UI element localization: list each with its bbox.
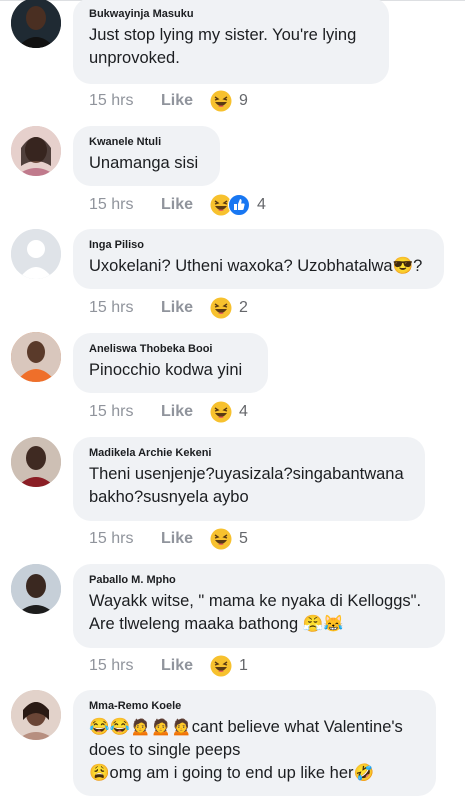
avatar[interactable] [11,0,61,48]
like-button[interactable]: Like [161,530,211,548]
reaction-count: 9 [239,92,248,109]
avatar[interactable] [11,437,61,487]
reaction-count: 5 [239,530,248,547]
reaction-summary[interactable]: 5 [210,528,248,550]
commenter-name[interactable]: Mma-Remo Koele [89,699,420,713]
comment-time[interactable]: 15 hrs [89,530,161,548]
profile-photo-icon [11,437,61,487]
comment-line: unprovoked. [89,49,180,67]
comment-line: Uxokelani? Utheni waxoka? Uzobhatalwa😎? [89,257,423,275]
comment-meta: 15 hrs Like 4 [89,193,266,217]
reaction-summary[interactable]: 1 [210,655,248,677]
comment-line: 😂😂🙍🙍🙍cant believe what Valentine's [89,718,403,736]
commenter-name[interactable]: Inga Piliso [89,238,428,252]
comment-line: does to single peeps [89,741,241,759]
comment-time[interactable]: 15 hrs [89,657,161,675]
profile-photo-icon [11,126,61,176]
haha-reaction-icon [210,297,232,319]
reaction-summary[interactable]: 4 [210,401,248,423]
reaction-summary[interactable]: 2 [210,297,248,319]
like-button[interactable]: Like [161,196,211,214]
comment-meta: 15 hrs Like 4 [89,400,248,424]
comment-bubble: Paballo M. Mpho Wayakk witse, " mama ke … [73,564,445,648]
avatar[interactable] [11,332,61,382]
reaction-count: 4 [257,196,266,213]
comment-line: bakho?susnyela aybo [89,488,249,506]
profile-photo-icon [11,0,61,48]
comment-line: 😩omg am i going to end up like her🤣 [89,764,375,782]
like-button[interactable]: Like [161,403,211,421]
commenter-name[interactable]: Bukwayinja Masuku [89,7,373,21]
comment-line: Just stop lying my sister. You're lying [89,26,357,44]
like-reaction-icon [228,194,250,216]
comment-meta: 15 hrs Like 1 [89,654,248,678]
comment-line: Unamanga sisi [89,154,199,172]
comment-meta: 15 hrs Like 5 [89,527,248,551]
reaction-count: 1 [239,657,248,674]
comment-line: Theni usenjenje?uyasizala?singabantwana [89,465,404,483]
comment-bubble: Madikela Archie Kekeni Theni usenjenje?u… [73,437,425,521]
like-button[interactable]: Like [161,92,211,110]
comment-text: 😂😂🙍🙍🙍cant believe what Valentine's does … [89,716,420,785]
comment-time[interactable]: 15 hrs [89,403,161,421]
comment-meta: 15 hrs Like 9 [89,89,248,113]
commenter-name[interactable]: Paballo M. Mpho [89,573,429,587]
reaction-summary[interactable]: 9 [210,90,248,112]
comment-bubble: Kwanele Ntuli Unamanga sisi [73,126,220,186]
haha-reaction-icon [210,401,232,423]
comment-text: Unamanga sisi [89,152,204,175]
comment-line: Pinocchio kodwa yini [89,361,243,379]
comment-text: Just stop lying my sister. You're lying … [89,24,373,70]
avatar[interactable] [11,229,61,279]
comment-text: Theni usenjenje?uyasizala?singabantwana … [89,463,409,509]
haha-reaction-icon [210,528,232,550]
like-button[interactable]: Like [161,299,211,317]
profile-photo-icon [11,564,61,614]
comment-line: Are tlweleng maaka bathong 😤😹 [89,615,344,633]
commenter-name[interactable]: Kwanele Ntuli [89,135,204,149]
profile-photo-icon [11,690,61,740]
commenter-name[interactable]: Aneliswa Thobeka Booi [89,342,252,356]
comment-line: Wayakk witse, " mama ke nyaka di Kellogg… [89,592,422,610]
reaction-count: 2 [239,299,248,316]
comment-bubble: Bukwayinja Masuku Just stop lying my sis… [73,0,389,84]
comment-time[interactable]: 15 hrs [89,196,161,214]
comment-meta: 15 hrs Like 2 [89,296,248,320]
haha-reaction-icon [210,655,232,677]
commenter-name[interactable]: Madikela Archie Kekeni [89,446,409,460]
avatar[interactable] [11,126,61,176]
comment-text: Pinocchio kodwa yini [89,359,252,382]
profile-photo-icon [11,332,61,382]
comment-text: Uxokelani? Utheni waxoka? Uzobhatalwa😎? [89,255,428,278]
comment-time[interactable]: 15 hrs [89,299,161,317]
comment-bubble: Mma-Remo Koele 😂😂🙍🙍🙍cant believe what Va… [73,690,436,796]
avatar[interactable] [11,564,61,614]
reaction-summary[interactable]: 4 [210,194,266,216]
comment-text: Wayakk witse, " mama ke nyaka di Kellogg… [89,590,429,636]
comment-bubble: Inga Piliso Uxokelani? Utheni waxoka? Uz… [73,229,444,289]
reaction-count: 4 [239,403,248,420]
avatar[interactable] [11,690,61,740]
like-button[interactable]: Like [161,657,211,675]
comment-time[interactable]: 15 hrs [89,92,161,110]
comment-bubble: Aneliswa Thobeka Booi Pinocchio kodwa yi… [73,333,268,393]
default-avatar-icon [11,229,61,279]
haha-reaction-icon [210,90,232,112]
